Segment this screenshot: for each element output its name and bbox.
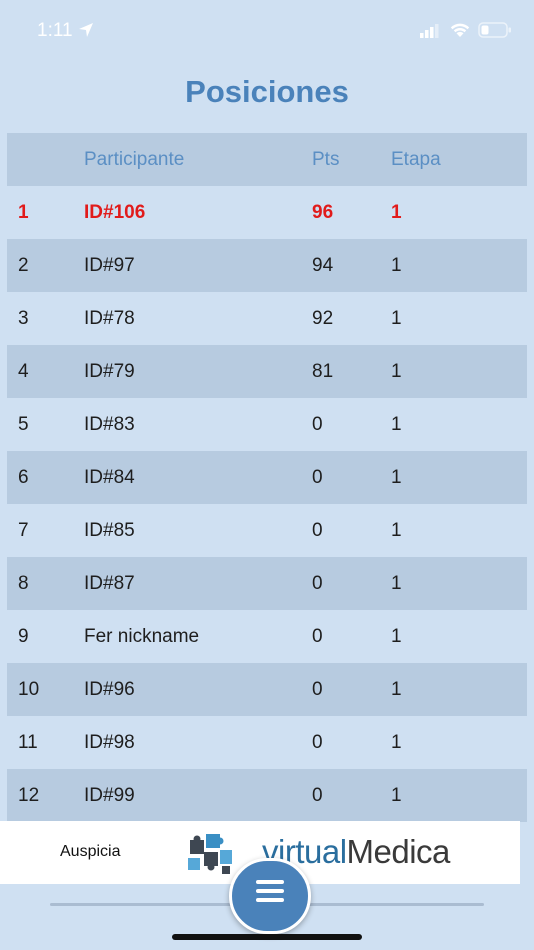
menu-button[interactable] <box>229 858 311 934</box>
row-position: 2 <box>18 255 29 276</box>
page-title: Posiciones <box>185 74 349 109</box>
table-row[interactable]: 7 ID#85 0 1 <box>7 504 527 557</box>
table-row[interactable]: 1 ID#106 96 1 <box>7 186 527 239</box>
status-time: 1:11 <box>37 20 73 41</box>
table-row[interactable]: 3 ID#78 92 1 <box>7 292 527 345</box>
row-etapa: 1 <box>391 626 402 647</box>
row-position: 1 <box>18 202 29 223</box>
row-etapa: 1 <box>391 520 402 541</box>
row-participant: ID#85 <box>84 520 135 541</box>
home-indicator[interactable] <box>172 934 362 940</box>
status-bar: 1:11 <box>0 0 534 60</box>
row-etapa: 1 <box>391 732 402 753</box>
row-participant: ID#83 <box>84 414 135 435</box>
row-participant: ID#99 <box>84 785 135 806</box>
row-participant: ID#98 <box>84 732 135 753</box>
sponsor-label: Auspicia <box>60 843 121 860</box>
row-participant: ID#87 <box>84 573 135 594</box>
row-etapa: 1 <box>391 414 402 435</box>
table-row[interactable]: 10 ID#96 0 1 <box>7 663 527 716</box>
table-row[interactable]: 4 ID#79 81 1 <box>7 345 527 398</box>
battery-icon <box>478 22 511 38</box>
header-etapa: Etapa <box>391 149 441 170</box>
row-participant: ID#106 <box>84 202 146 223</box>
row-position: 10 <box>18 679 40 700</box>
row-points: 0 <box>312 520 323 541</box>
row-points: 0 <box>312 414 323 435</box>
cellular-signal-icon <box>420 24 439 38</box>
puzzle-pieces-icon <box>188 834 232 874</box>
row-points: 94 <box>312 255 334 276</box>
wifi-icon <box>450 23 470 37</box>
row-position: 3 <box>18 308 29 329</box>
row-position: 9 <box>18 626 29 647</box>
row-participant: ID#97 <box>84 255 135 276</box>
row-points: 81 <box>312 361 334 382</box>
table-header-row: Participante Pts Etapa <box>7 133 527 186</box>
row-etapa: 1 <box>391 361 402 382</box>
row-points: 92 <box>312 308 334 329</box>
row-points: 96 <box>312 202 334 223</box>
table-row[interactable]: 9 Fer nickname 0 1 <box>7 610 527 663</box>
row-points: 0 <box>312 467 323 488</box>
row-position: 12 <box>18 785 40 806</box>
header-points: Pts <box>312 149 340 170</box>
row-position: 8 <box>18 573 29 594</box>
row-etapa: 1 <box>391 202 402 223</box>
row-points: 0 <box>312 573 323 594</box>
table-row[interactable]: 2 ID#97 94 1 <box>7 239 527 292</box>
row-etapa: 1 <box>391 308 402 329</box>
row-position: 6 <box>18 467 29 488</box>
location-arrow-icon <box>79 23 93 37</box>
row-points: 0 <box>312 785 323 806</box>
row-participant: ID#78 <box>84 308 135 329</box>
row-points: 0 <box>312 679 323 700</box>
table-row[interactable]: 11 ID#98 0 1 <box>7 716 527 769</box>
row-etapa: 1 <box>391 785 402 806</box>
row-etapa: 1 <box>391 679 402 700</box>
table-row[interactable]: 5 ID#83 0 1 <box>7 398 527 451</box>
row-participant: ID#84 <box>84 467 135 488</box>
header-participant: Participante <box>84 149 185 170</box>
row-position: 7 <box>18 520 29 541</box>
row-etapa: 1 <box>391 467 402 488</box>
table-row[interactable]: 6 ID#84 0 1 <box>7 451 527 504</box>
row-position: 4 <box>18 361 29 382</box>
row-etapa: 1 <box>391 573 402 594</box>
row-position: 5 <box>18 414 29 435</box>
row-participant: ID#96 <box>84 679 135 700</box>
row-participant: Fer nickname <box>84 626 200 647</box>
row-position: 11 <box>18 732 38 753</box>
table-row[interactable]: 12 ID#99 0 1 <box>7 769 527 822</box>
row-points: 0 <box>312 626 323 647</box>
row-participant: ID#79 <box>84 361 135 382</box>
table-row[interactable]: 8 ID#87 0 1 <box>7 557 527 610</box>
row-points: 0 <box>312 732 323 753</box>
row-etapa: 1 <box>391 255 402 276</box>
standings-table: Participante Pts Etapa 1 ID#106 96 1 2 I… <box>7 133 527 822</box>
